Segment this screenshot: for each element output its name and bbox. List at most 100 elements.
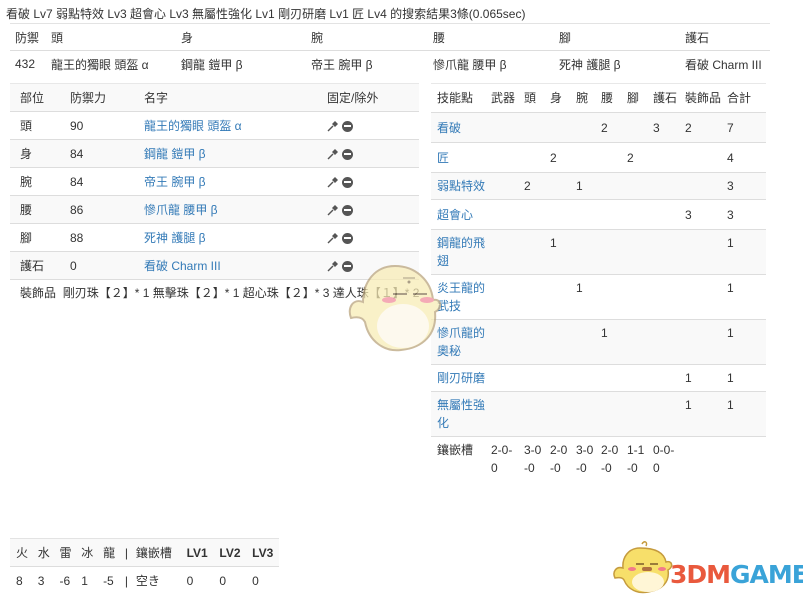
skill-name-link[interactable]: 看破 bbox=[437, 121, 461, 135]
skill-point-cell bbox=[485, 365, 518, 392]
pin-icon[interactable] bbox=[327, 148, 339, 160]
skill-name-cell: 匠 bbox=[431, 143, 485, 173]
minus-circle-icon[interactable] bbox=[342, 176, 353, 188]
decorations-cell: 裝飾品 剛刃珠【２】* 1 無擊珠【２】* 1 超心珠【２】* 3 達人珠【１】… bbox=[10, 280, 419, 306]
skill-point-cell bbox=[544, 200, 570, 230]
skill-point-cell: 1 bbox=[727, 236, 734, 250]
skill-name-link[interactable]: 剛刃研磨 bbox=[437, 371, 485, 385]
skill-point-cell: 2 bbox=[550, 151, 557, 165]
skill-point-cell bbox=[518, 275, 544, 320]
skill-point-cell bbox=[518, 200, 544, 230]
resist-value-cell: | bbox=[124, 573, 128, 588]
resist-value-cell: -6 bbox=[59, 573, 71, 588]
skill-name-link[interactable]: 鋼龍的飛翅 bbox=[437, 236, 485, 268]
skill-point-cell bbox=[570, 365, 595, 392]
pin-icon[interactable] bbox=[327, 204, 339, 216]
skill-name-link[interactable]: 炎王龍的武技 bbox=[437, 281, 485, 313]
summary-charm-name: 看破 Charm III bbox=[685, 57, 762, 72]
armor-name-link[interactable]: 看破 Charm III bbox=[144, 259, 221, 273]
skill-point-cell: 2 bbox=[601, 121, 608, 135]
skill-header-cell: 合計 bbox=[727, 91, 752, 105]
skill-point-cell bbox=[570, 113, 595, 143]
resist-header-cell: LV3 bbox=[252, 545, 274, 560]
armor-header-row: 部位 防禦力 名字 固定/除外 bbox=[10, 83, 420, 112]
armor-slot: 身 bbox=[20, 147, 33, 161]
skill-point-cell: 7 bbox=[727, 121, 734, 135]
summary-header-row: 防禦 頭 身 腕 腰 腳 護石 bbox=[10, 23, 770, 51]
armor-actions bbox=[317, 196, 419, 224]
skill-point-cell bbox=[518, 320, 544, 365]
skill-name-link[interactable]: 超會心 bbox=[437, 208, 473, 222]
armor-name-link[interactable]: 龍王的獨眼 頭盔 α bbox=[144, 119, 242, 133]
summary-header-charm: 護石 bbox=[685, 30, 710, 45]
armor-header-defense: 防禦力 bbox=[70, 91, 107, 105]
armor-actions bbox=[317, 224, 419, 252]
armor-header-name: 名字 bbox=[144, 91, 169, 105]
skill-point-cell bbox=[485, 320, 518, 365]
skill-point-cell bbox=[570, 230, 595, 275]
minus-circle-icon[interactable] bbox=[342, 232, 353, 244]
decorations-label: 裝飾品 bbox=[20, 286, 57, 301]
skill-name-link[interactable]: 慘爪龍的奧秘 bbox=[437, 326, 485, 358]
armor-actions bbox=[317, 252, 419, 280]
minus-circle-icon[interactable] bbox=[342, 120, 353, 132]
skill-point-cell bbox=[647, 275, 679, 320]
skill-name-link[interactable]: 無屬性強化 bbox=[437, 398, 485, 430]
skill-row: 鋼龍的飛翅 1 1 bbox=[431, 229, 766, 275]
skill-point-cell: 1 bbox=[550, 236, 557, 250]
summary-defense-value: 432 bbox=[15, 57, 36, 72]
skill-point-cell bbox=[621, 173, 647, 200]
skill-point-cell: 2 bbox=[524, 179, 531, 193]
slot-config-cell: 2-0-0 bbox=[491, 443, 513, 475]
pin-icon[interactable] bbox=[327, 120, 339, 132]
armor-row-head: 頭 90 龍王的獨眼 頭盔 α bbox=[10, 111, 420, 140]
armor-actions bbox=[317, 112, 419, 140]
armor-actions bbox=[317, 140, 419, 168]
resist-header-cell: 鑲嵌槽 bbox=[135, 546, 172, 560]
minus-circle-icon[interactable] bbox=[342, 204, 353, 216]
skill-point-cell bbox=[647, 230, 679, 275]
minus-circle-icon[interactable] bbox=[342, 148, 353, 160]
skill-name-cell: 慘爪龍的奧秘 bbox=[431, 320, 485, 365]
armor-name-cell: 帝王 腕甲 β bbox=[134, 168, 317, 196]
armor-slot: 護石 bbox=[20, 259, 45, 273]
skill-name-cell: 剛刃研磨 bbox=[431, 365, 485, 392]
pin-icon[interactable] bbox=[327, 176, 339, 188]
resist-header-cell: 龍 bbox=[103, 546, 116, 560]
skill-name-link[interactable]: 匠 bbox=[437, 151, 449, 165]
skill-point-cell bbox=[621, 113, 647, 143]
decorations-row: 裝飾品 剛刃珠【２】* 1 無擊珠【２】* 1 超心珠【２】* 3 達人珠【１】… bbox=[10, 279, 420, 306]
pin-icon[interactable] bbox=[327, 260, 339, 272]
pin-icon[interactable] bbox=[327, 232, 339, 244]
armor-name-link[interactable]: 慘爪龍 腰甲 β bbox=[144, 203, 218, 217]
skill-header-cell: 護石 bbox=[653, 91, 678, 105]
resist-header-cell: 水 bbox=[37, 546, 50, 560]
summary-arm-name: 帝王 腕甲 β bbox=[311, 57, 373, 72]
skill-point-cell: 1 bbox=[727, 281, 734, 295]
summary-header-arm: 腕 bbox=[311, 30, 324, 45]
skill-header-cell: 身 bbox=[550, 91, 563, 105]
armor-row-body: 身 84 鋼龍 鎧甲 β bbox=[10, 139, 420, 168]
slot-config-cell bbox=[679, 437, 721, 484]
skill-point-cell bbox=[679, 230, 721, 275]
skill-point-cell bbox=[621, 320, 647, 365]
skill-row: 無屬性強化 1 1 bbox=[431, 391, 766, 437]
resist-value-cell: 0 bbox=[219, 573, 227, 588]
skill-row: 看破 2 3 2 7 bbox=[431, 112, 766, 143]
chick-mascot-icon bbox=[613, 541, 673, 594]
search-result-title: 看破 Lv7 弱點特效 Lv3 超會心 Lv3 無屬性強化 Lv1 剛刃研磨 L… bbox=[6, 7, 526, 21]
skill-point-cell bbox=[485, 200, 518, 230]
slots-row: 鑲嵌槽 2-0-0 3-0-0 2-0-0 3-0-0 2-0-0 1-1-0 0-0-0 bbox=[431, 436, 766, 484]
armor-slot: 腰 bbox=[20, 203, 33, 217]
skill-header-cell: 技能點 bbox=[437, 91, 474, 105]
skill-name-link[interactable]: 弱點特效 bbox=[437, 179, 485, 193]
skill-point-cell: 1 bbox=[727, 326, 734, 340]
armor-name-link[interactable]: 死神 護腿 β bbox=[144, 231, 206, 245]
armor-name-link[interactable]: 鋼龍 鎧甲 β bbox=[144, 147, 206, 161]
minus-circle-icon[interactable] bbox=[342, 260, 353, 272]
decorations-list: 剛刃珠【２】* 1 無擊珠【２】* 1 超心珠【２】* 3 達人珠【１】* 2 bbox=[62, 286, 420, 301]
skill-row: 匠 2 2 4 bbox=[431, 142, 766, 173]
armor-name-link[interactable]: 帝王 腕甲 β bbox=[144, 175, 206, 189]
skill-point-cell bbox=[621, 230, 647, 275]
resist-header-cell: LV1 bbox=[186, 545, 208, 560]
